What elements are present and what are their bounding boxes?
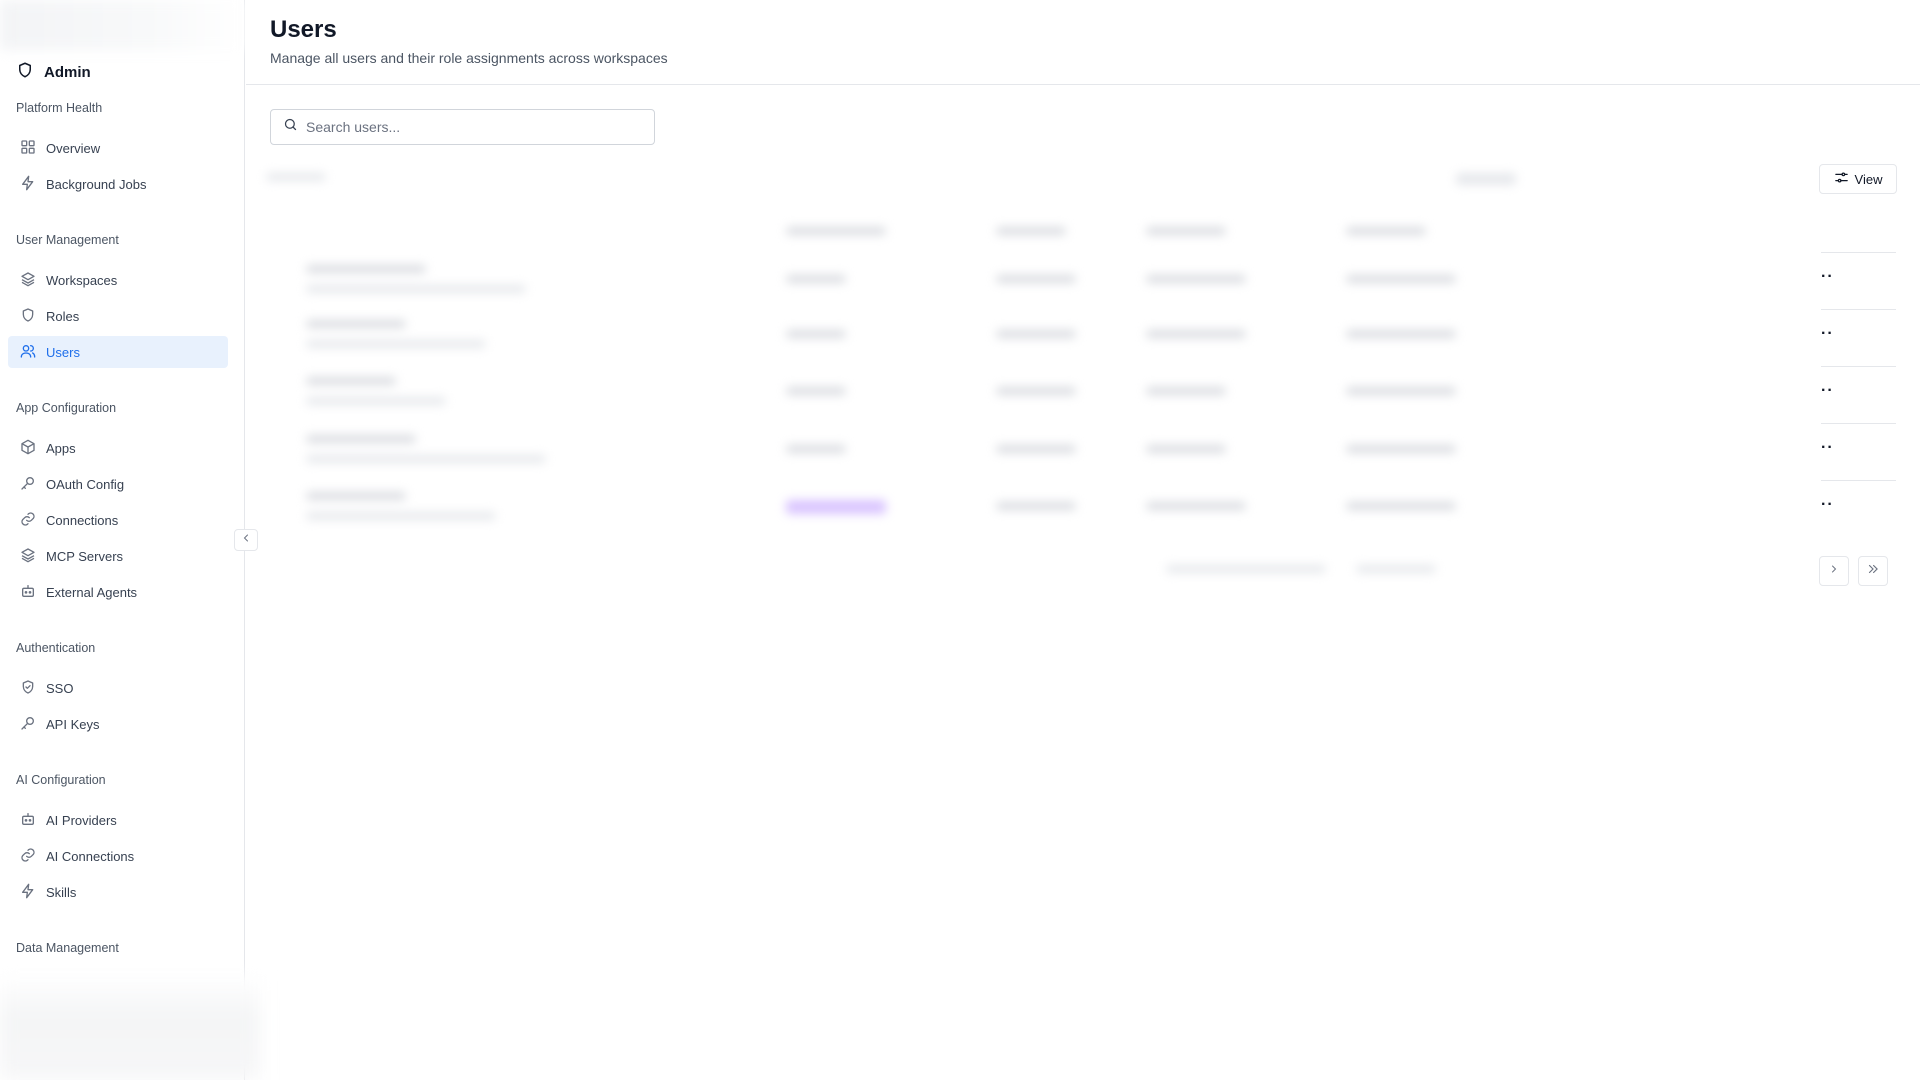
sidebar-item-label: Skills xyxy=(46,884,77,900)
sidebar-item-background-jobs[interactable]: Background Jobs xyxy=(8,168,228,200)
row-actions-button[interactable]: ·· xyxy=(1821,268,1834,286)
search-input[interactable] xyxy=(306,119,636,135)
last-page-button[interactable] xyxy=(1858,556,1888,586)
section-label-data-management: Data Management xyxy=(16,941,119,955)
sidebar-collapse-button[interactable] xyxy=(234,529,258,551)
sidebar-item-api-keys[interactable]: API Keys xyxy=(8,708,228,740)
row-divider xyxy=(1821,423,1896,424)
sidebar-item-apps[interactable]: Apps xyxy=(8,432,228,464)
row-actions-button[interactable]: ·· xyxy=(1821,439,1834,457)
chevron-right-icon xyxy=(1828,562,1840,580)
shield-icon xyxy=(16,61,34,84)
view-label: View xyxy=(1854,171,1883,187)
header-divider xyxy=(246,84,1920,85)
sidebar-item-label: Overview xyxy=(46,140,101,156)
sidebar-item-label: AI Providers xyxy=(46,812,117,828)
sidebar-item-label: AI Connections xyxy=(46,848,135,864)
sidebar-bottom-blurred-profile xyxy=(0,975,260,1080)
sidebar-item-label: External Agents xyxy=(46,584,138,600)
bot-icon xyxy=(20,583,36,602)
row-divider xyxy=(1821,252,1896,253)
sidebar-item-label: SSO xyxy=(46,680,74,696)
users-icon xyxy=(20,343,36,362)
section-label-platform-health: Platform Health xyxy=(16,101,103,115)
page-subtitle: Manage all users and their role assignme… xyxy=(270,50,668,66)
page-title: Users xyxy=(270,16,337,43)
sidebar-item-label: Roles xyxy=(46,308,80,324)
sidebar-item-users[interactable]: Users xyxy=(8,336,228,368)
box-icon xyxy=(20,439,36,458)
grid-icon xyxy=(20,139,36,158)
sliders-icon xyxy=(1834,170,1849,188)
sidebar-item-label: Background Jobs xyxy=(46,176,147,192)
chevron-left-icon xyxy=(240,531,252,549)
section-label-user-management: User Management xyxy=(16,233,119,247)
sidebar-item-label: Users xyxy=(46,344,80,360)
sidebar-item-label: OAuth Config xyxy=(46,476,125,492)
sidebar-item-label: Workspaces xyxy=(46,272,118,288)
link-icon xyxy=(20,847,36,866)
sidebar-item-label: MCP Servers xyxy=(46,548,124,564)
sidebar-item-ai-providers[interactable]: AI Providers xyxy=(8,804,228,836)
section-label-app-configuration: App Configuration xyxy=(16,401,117,415)
key-icon xyxy=(20,715,36,734)
row-actions-button[interactable]: ·· xyxy=(1821,325,1834,343)
search-box xyxy=(270,109,655,145)
sidebar: Admin Platform Health Overview Backgroun… xyxy=(0,0,260,1080)
sidebar-brand: Admin xyxy=(16,62,91,82)
sidebar-top-blurred-logo xyxy=(0,0,245,50)
row-divider xyxy=(1821,480,1896,481)
search-icon xyxy=(283,117,298,137)
view-options-button[interactable]: View xyxy=(1819,164,1897,194)
row-divider xyxy=(1821,366,1896,367)
sidebar-item-connections[interactable]: Connections xyxy=(8,504,228,536)
layers-icon xyxy=(20,547,36,566)
main-content: Users Manage all users and their role as… xyxy=(246,0,1920,1080)
bolt-icon xyxy=(20,175,36,194)
bolt-icon xyxy=(20,883,36,902)
users-table-blurred xyxy=(266,155,1806,605)
row-actions-button[interactable]: ·· xyxy=(1821,496,1834,514)
shield-check-icon xyxy=(20,679,36,698)
sidebar-item-label: API Keys xyxy=(46,716,100,732)
sidebar-item-mcp-servers[interactable]: MCP Servers xyxy=(8,540,228,572)
sidebar-item-skills[interactable]: Skills xyxy=(8,876,228,908)
row-actions-button[interactable]: ·· xyxy=(1821,382,1834,400)
brand-label: Admin xyxy=(44,63,91,81)
sidebar-item-label: Connections xyxy=(46,512,119,528)
sidebar-item-sso[interactable]: SSO xyxy=(8,672,228,704)
row-divider xyxy=(1821,309,1896,310)
sidebar-item-external-agents[interactable]: External Agents xyxy=(8,576,228,608)
bot-icon xyxy=(20,811,36,830)
shield-icon xyxy=(20,307,36,326)
link-icon xyxy=(20,511,36,530)
key-icon xyxy=(20,475,36,494)
section-label-ai-configuration: AI Configuration xyxy=(16,773,106,787)
sidebar-item-workspaces[interactable]: Workspaces xyxy=(8,264,228,296)
sidebar-item-ai-connections[interactable]: AI Connections xyxy=(8,840,228,872)
section-label-authentication: Authentication xyxy=(16,641,96,655)
next-page-button[interactable] xyxy=(1819,556,1849,586)
sidebar-item-oauth-config[interactable]: OAuth Config xyxy=(8,468,228,500)
sidebar-item-overview[interactable]: Overview xyxy=(8,132,228,164)
sidebar-item-roles[interactable]: Roles xyxy=(8,300,228,332)
chevrons-right-icon xyxy=(1866,562,1880,581)
sidebar-item-label: Apps xyxy=(46,440,76,456)
layers-icon xyxy=(20,271,36,290)
